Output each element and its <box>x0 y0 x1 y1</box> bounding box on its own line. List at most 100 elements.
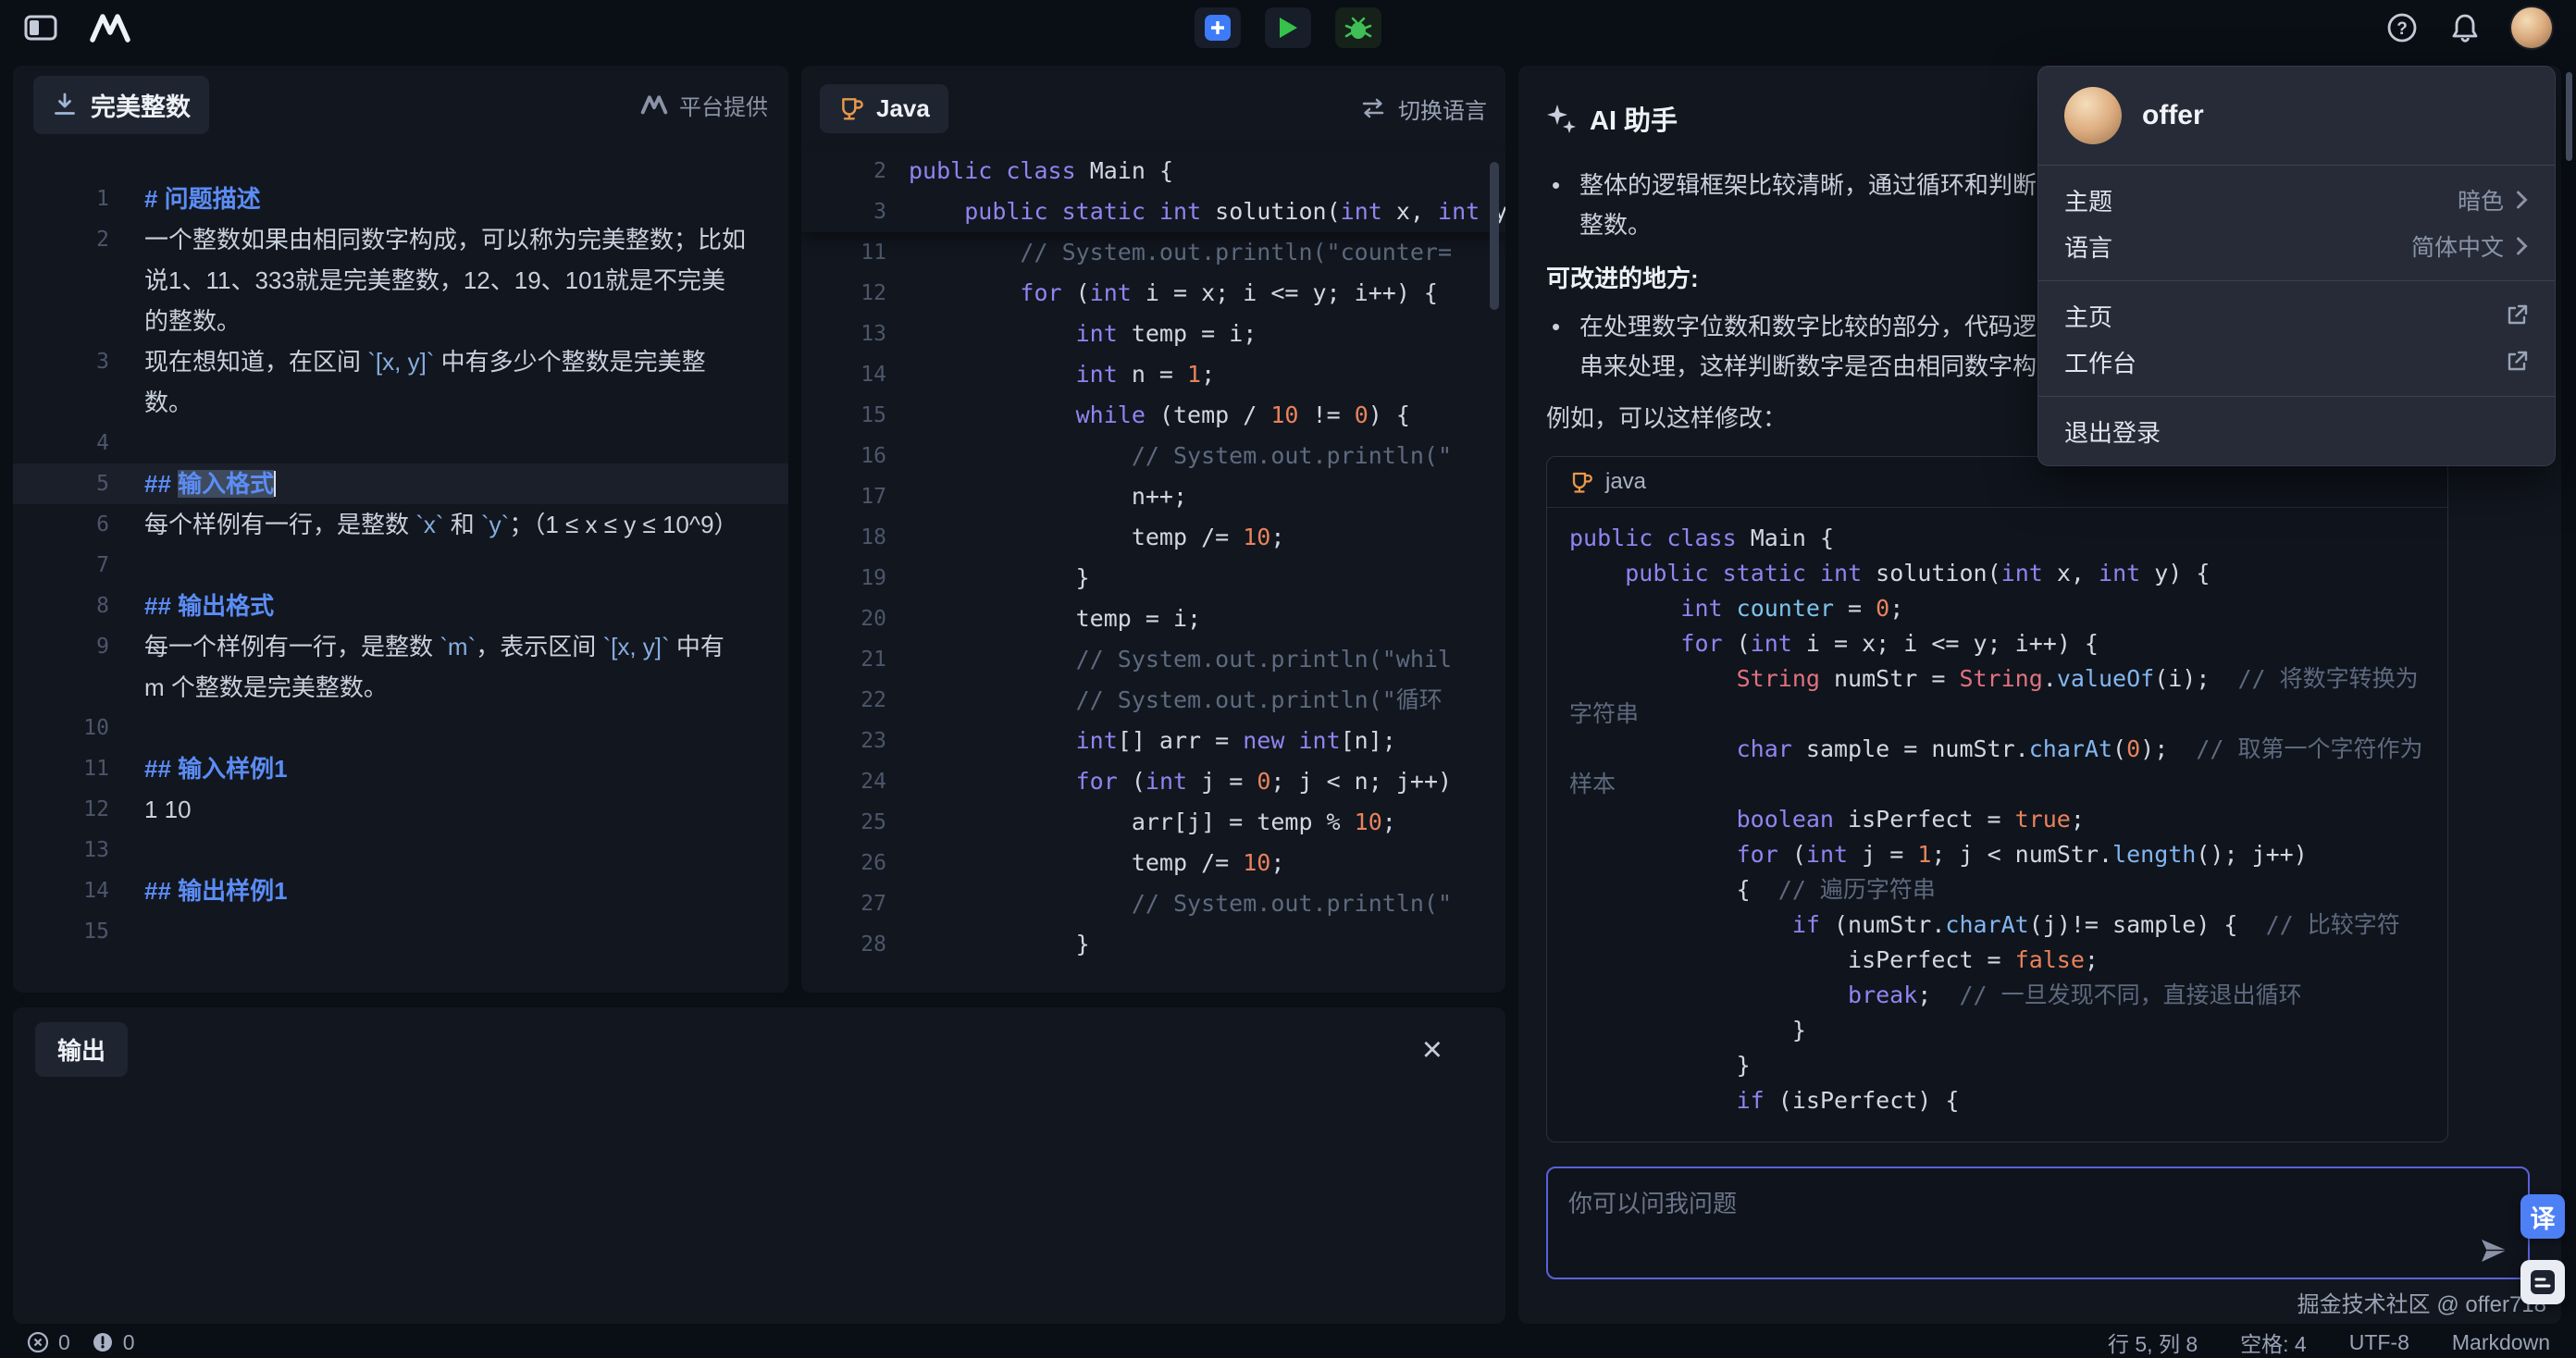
ai-code-line-6: char sample = numStr.charAt(0); // 取第一个字… <box>1569 732 2425 802</box>
bug-icon <box>1344 14 1373 42</box>
menu-item-label: 退出登录 <box>2064 414 2161 449</box>
line-number: 20 <box>801 599 886 639</box>
code-line-25: 25 arr[j] = temp % 10; <box>801 802 1505 843</box>
ai-code-block[interactable]: java public class Main { public static i… <box>1546 456 2448 1142</box>
line-content: ## 输入样例1 <box>109 748 788 789</box>
line-number: 8 <box>13 586 109 626</box>
close-icon[interactable]: × <box>1422 1032 1443 1068</box>
menu-item-主题[interactable]: 主题暗色 <box>2038 177 2555 223</box>
line-content: for (int i = x; i <= y; i++) { <box>909 273 1505 314</box>
code-line-24: 24 for (int j = 0; j < n; j++) <box>801 761 1505 802</box>
menu-item-语言[interactable]: 语言简体中文 <box>2038 223 2555 269</box>
ai-code-line-15: if (isPerfect) { <box>1569 1083 2425 1118</box>
ai-chat-input[interactable] <box>1548 1168 2528 1278</box>
app-logo-icon[interactable] <box>89 12 131 43</box>
debug-button[interactable] <box>1335 7 1381 48</box>
line-number: 1 <box>13 179 109 219</box>
output-tab[interactable]: 输出 <box>35 1022 128 1077</box>
download-icon <box>52 92 78 117</box>
problem-line-10: 10 <box>13 708 788 748</box>
menu-item-工作台[interactable]: 工作台 <box>2038 339 2555 385</box>
code-line-22: 22 // System.out.println("循环 <box>801 680 1505 721</box>
line-number: 11 <box>801 232 886 273</box>
line-number: 21 <box>801 639 886 680</box>
user-avatar[interactable] <box>2511 7 2552 48</box>
menu-item-退出登录[interactable]: 退出登录 <box>2038 408 2555 454</box>
ai-code-line-7: boolean isPerfect = true; <box>1569 802 2425 837</box>
menu-item-label: 主页 <box>2064 299 2112 333</box>
line-content: ## 输出格式 <box>109 586 788 626</box>
status-item[interactable]: 空格: 4 <box>2240 1327 2307 1358</box>
line-number: 13 <box>13 830 109 870</box>
editor-scrollbar[interactable] <box>1490 162 1499 310</box>
line-content: 每一个样例有一行，是整数 `m`，表示区间 `[x, y]` 中有 m 个整数是… <box>109 626 788 708</box>
bell-icon[interactable] <box>2450 12 2480 43</box>
line-content <box>109 423 788 463</box>
line-number: 16 <box>801 436 886 476</box>
status-item[interactable]: Markdown <box>2452 1330 2550 1355</box>
code-line-13: 13 int temp = i; <box>801 314 1505 354</box>
editor-header: Java 切换语言 <box>801 66 1505 151</box>
error-count[interactable]: 0 <box>26 1330 70 1355</box>
warning-icon <box>91 1330 115 1354</box>
code-line-19: 19 } <box>801 558 1505 599</box>
line-content <box>109 830 788 870</box>
line-content: // System.out.println(" <box>909 436 1505 476</box>
language-badge[interactable]: Java <box>820 84 948 133</box>
output-header: 输出 × <box>13 1007 1505 1077</box>
line-number: 3 <box>801 191 886 232</box>
line-number: 13 <box>801 314 886 354</box>
run-button[interactable] <box>1265 7 1311 48</box>
status-item[interactable]: 行 5, 列 8 <box>2108 1327 2198 1358</box>
sparkle-icon <box>1546 104 1576 133</box>
code-editor[interactable]: 11 // System.out.println("counter=12 for… <box>801 232 1505 965</box>
code-line-26: 26 temp /= 10; <box>801 843 1505 883</box>
problem-line-2: 2一个整数如果由相同数字构成，可以称为完美整数；比如说1、11、333就是完美整… <box>13 219 788 341</box>
problem-line-4: 4 <box>13 423 788 463</box>
problem-line-6: 6每个样例有一行，是整数 `x` 和 `y`；（1 ≤ x ≤ y ≤ 10^9… <box>13 504 788 545</box>
new-run-button[interactable] <box>1195 7 1241 48</box>
line-content: 现在想知道，在区间 `[x, y]` 中有多少个整数是完美整数。 <box>109 341 788 423</box>
ai-code-line-10: if (numStr.charAt(j)!= sample) { // 比较字符 <box>1569 907 2425 943</box>
code-line-15: 15 while (temp / 10 != 0) { <box>801 395 1505 436</box>
line-content: int n = 1; <box>909 354 1505 395</box>
window-scrollbar[interactable] <box>2566 72 2572 161</box>
problem-markdown-editor[interactable]: 1# 问题描述2一个整数如果由相同数字构成，可以称为完美整数；比如说1、11、3… <box>13 143 788 952</box>
line-number: 24 <box>801 761 886 802</box>
switch-language-label: 切换语言 <box>1398 93 1487 125</box>
line-number: 4 <box>13 423 109 463</box>
sticky-scroll: 2public class Main {3 public static int … <box>801 151 1505 232</box>
panel-toggle-icon[interactable] <box>24 13 57 43</box>
line-number: 22 <box>801 680 886 721</box>
problem-line-15: 15 <box>13 911 788 952</box>
text-cursor <box>274 471 276 497</box>
ai-code-line-9: { // 遍历字符串 <box>1569 872 2425 907</box>
menu-item-主页[interactable]: 主页 <box>2038 292 2555 339</box>
status-item[interactable]: UTF-8 <box>2349 1330 2409 1355</box>
line-content: for (int j = 0; j < n; j++) <box>909 761 1505 802</box>
code-line-17: 17 n++; <box>801 476 1505 517</box>
warning-count[interactable]: 0 <box>91 1330 135 1355</box>
line-content: temp = i; <box>909 599 1505 639</box>
language-label: Java <box>876 94 930 123</box>
statusbar: 0 0 行 5, 列 8 空格: 4 UTF-8 Markdown <box>0 1327 2576 1358</box>
switch-language-button[interactable]: 切换语言 <box>1359 93 1487 125</box>
problem-line-8: 8## 输出格式 <box>13 586 788 626</box>
problem-title-badge[interactable]: 完美整数 <box>33 76 209 134</box>
line-content: // System.out.println("whil <box>909 639 1505 680</box>
menu-item-value: 简体中文 <box>2411 229 2529 263</box>
menu-item-value <box>2505 350 2529 374</box>
ai-code-body: public class Main { public static int so… <box>1547 508 2447 1131</box>
code-line-27: 27 // System.out.println(" <box>801 883 1505 924</box>
translate-button[interactable]: 译 <box>2520 1194 2565 1239</box>
menu-item-label: 工作台 <box>2064 345 2136 379</box>
extension-button[interactable] <box>2520 1260 2565 1304</box>
help-icon[interactable]: ? <box>2385 11 2419 44</box>
line-number: 18 <box>801 517 886 558</box>
topbar: ? <box>0 0 2576 56</box>
code-line-20: 20 temp = i; <box>801 599 1505 639</box>
ai-code-line-3: int counter = 0; <box>1569 591 2425 626</box>
line-number: 15 <box>13 911 109 952</box>
send-icon[interactable] <box>2478 1235 2509 1266</box>
line-content: 每个样例有一行，是整数 `x` 和 `y`；（1 ≤ x ≤ y ≤ 10^9） <box>109 504 788 545</box>
